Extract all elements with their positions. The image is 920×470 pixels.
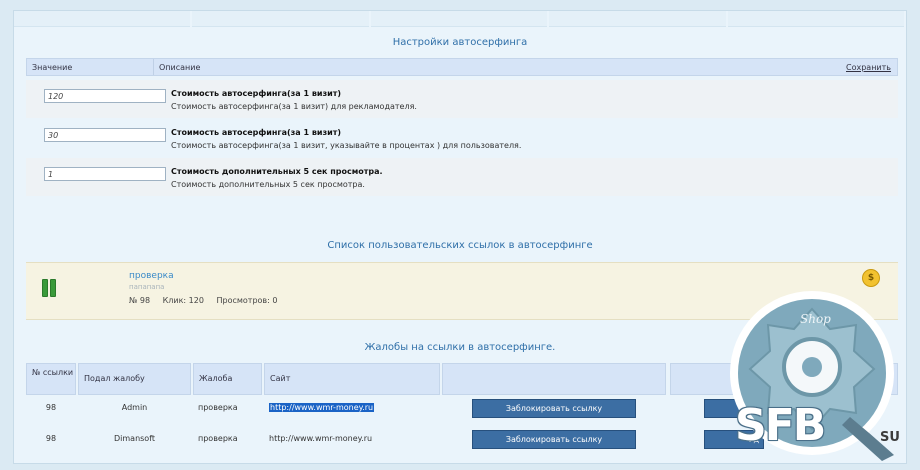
link-id: № 98 [129, 296, 151, 305]
col-desc-header: Описание [159, 63, 201, 72]
watermark-suffix: SU [880, 430, 900, 445]
setting-desc: Стоимость дополнительных 5 сек просмотра… [171, 180, 365, 189]
setting-desc: Стоимость автосерфинга(за 1 визит, указы… [171, 141, 522, 150]
setting-value-input[interactable] [44, 167, 166, 181]
complaints-col-action [442, 363, 666, 395]
setting-desc: Стоимость автосерфинга(за 1 визит) для р… [171, 102, 417, 111]
complaints-col-user: Подал жалобу [78, 363, 191, 395]
setting-value-input[interactable] [44, 128, 166, 142]
top-strip [14, 11, 906, 27]
setting-row: Стоимость автосерфинга(за 1 визит) Стоим… [26, 119, 898, 157]
block-link-button[interactable]: Заблокировать ссылку [472, 399, 636, 418]
setting-value-input[interactable] [44, 89, 166, 103]
complaint-num: 98 [45, 434, 57, 443]
setting-title: Стоимость автосерфинга(за 1 визит) [171, 128, 342, 137]
complaint-user: Dimansoft [113, 434, 156, 443]
link-subtitle: папапапа [129, 283, 165, 291]
complaint-site[interactable]: http://www.wmr-money.ru [269, 403, 375, 427]
watermark-text: SFB [735, 400, 826, 451]
pause-icon[interactable] [42, 279, 58, 297]
complaint-text: проверка [198, 403, 238, 412]
link-name[interactable]: проверка [129, 271, 174, 281]
save-link[interactable]: Сохранить [846, 63, 891, 72]
complaints-col-num: № ссылки [26, 363, 76, 395]
complaints-col-site: Сайт [264, 363, 440, 395]
links-title: Список пользовательских ссылок в автосер… [327, 240, 593, 251]
setting-title: Стоимость автосерфинга(за 1 визит) [171, 89, 342, 98]
link-clicks: Клик: 120 [162, 296, 204, 305]
complaint-user: Admin [121, 403, 148, 412]
setting-row: Стоимость дополнительных 5 сек просмотра… [26, 158, 898, 196]
setting-row: Стоимость автосерфинга(за 1 визит) Стоим… [26, 80, 898, 118]
complaint-site[interactable]: http://www.wmr-money.ru [269, 434, 372, 458]
col-value-header: Значение [32, 63, 73, 72]
complaints-col-complaint: Жалоба [193, 363, 262, 395]
complaint-text: проверка [198, 434, 238, 443]
link-stats: № 98 Клик: 120 Просмотров: 0 [129, 296, 287, 305]
svg-text:Shop: Shop [800, 312, 831, 326]
link-views: Просмотров: 0 [216, 296, 278, 305]
settings-title: Настройки автосерфинга [392, 37, 528, 48]
setting-title: Стоимость дополнительных 5 сек просмотра… [171, 167, 383, 176]
settings-header: Значение Описание Сохранить [26, 58, 898, 76]
complaint-num: 98 [45, 403, 57, 412]
block-link-button[interactable]: Заблокировать ссылку [472, 430, 636, 449]
